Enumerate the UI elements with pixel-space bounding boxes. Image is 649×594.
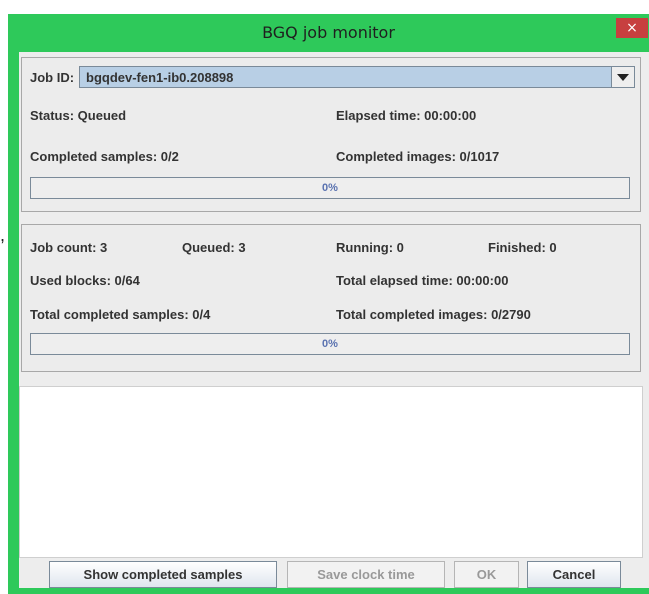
job-progress-bar: 0%: [30, 177, 630, 199]
job-count-text: Job count: 3: [30, 240, 108, 255]
job-id-dropdown[interactable]: bgqdev-fen1-ib0.208898: [79, 66, 635, 88]
finished-text: Finished: 0: [488, 240, 557, 255]
job-monitor-window: BGQ job monitor × Job ID: bgqdev-fen1-ib…: [8, 14, 649, 594]
show-completed-samples-button[interactable]: Show completed samples: [49, 561, 277, 588]
completed-samples-text: Completed samples: 0/2: [30, 149, 179, 164]
cancel-button[interactable]: Cancel: [527, 561, 621, 588]
elapsed-time-text: Elapsed time: 00:00:00: [336, 108, 477, 123]
queued-text: Queued: 3: [182, 240, 246, 255]
completed-images-text: Completed images: 0/1017: [336, 149, 500, 164]
chevron-down-icon: [617, 74, 629, 81]
title-bar[interactable]: BGQ job monitor ×: [8, 14, 649, 52]
save-clock-time-button[interactable]: Save clock time: [287, 561, 445, 588]
job-panel: Job ID: bgqdev-fen1-ib0.208898 Status: Q…: [21, 57, 641, 212]
summary-progress-bar: 0%: [30, 333, 630, 355]
total-images-text: Total completed images: 0/2790: [336, 307, 531, 322]
summary-panel: Job count: 3 Queued: 3 Running: 0 Finish…: [21, 224, 641, 372]
window-title: BGQ job monitor: [262, 23, 395, 42]
summary-progress-text: 0%: [322, 338, 338, 350]
job-progress-text: 0%: [322, 182, 338, 194]
background-mark: ,: [0, 225, 6, 245]
used-blocks-text: Used blocks: 0/64: [30, 273, 140, 288]
samples-list-area[interactable]: [19, 386, 643, 558]
dropdown-arrow-button[interactable]: [611, 67, 634, 87]
total-elapsed-text: Total elapsed time: 00:00:00: [336, 273, 509, 288]
job-id-label: Job ID:: [30, 70, 75, 85]
close-button[interactable]: ×: [616, 18, 648, 38]
close-icon: ×: [626, 20, 638, 36]
total-samples-text: Total completed samples: 0/4: [30, 307, 211, 322]
ok-button[interactable]: OK: [454, 561, 519, 588]
status-text: Status: Queued: [30, 108, 127, 123]
button-row: Show completed samples Save clock time O…: [19, 558, 649, 588]
job-id-value: bgqdev-fen1-ib0.208898: [86, 70, 234, 85]
client-area: Job ID: bgqdev-fen1-ib0.208898 Status: Q…: [19, 52, 649, 588]
running-text: Running: 0: [336, 240, 404, 255]
